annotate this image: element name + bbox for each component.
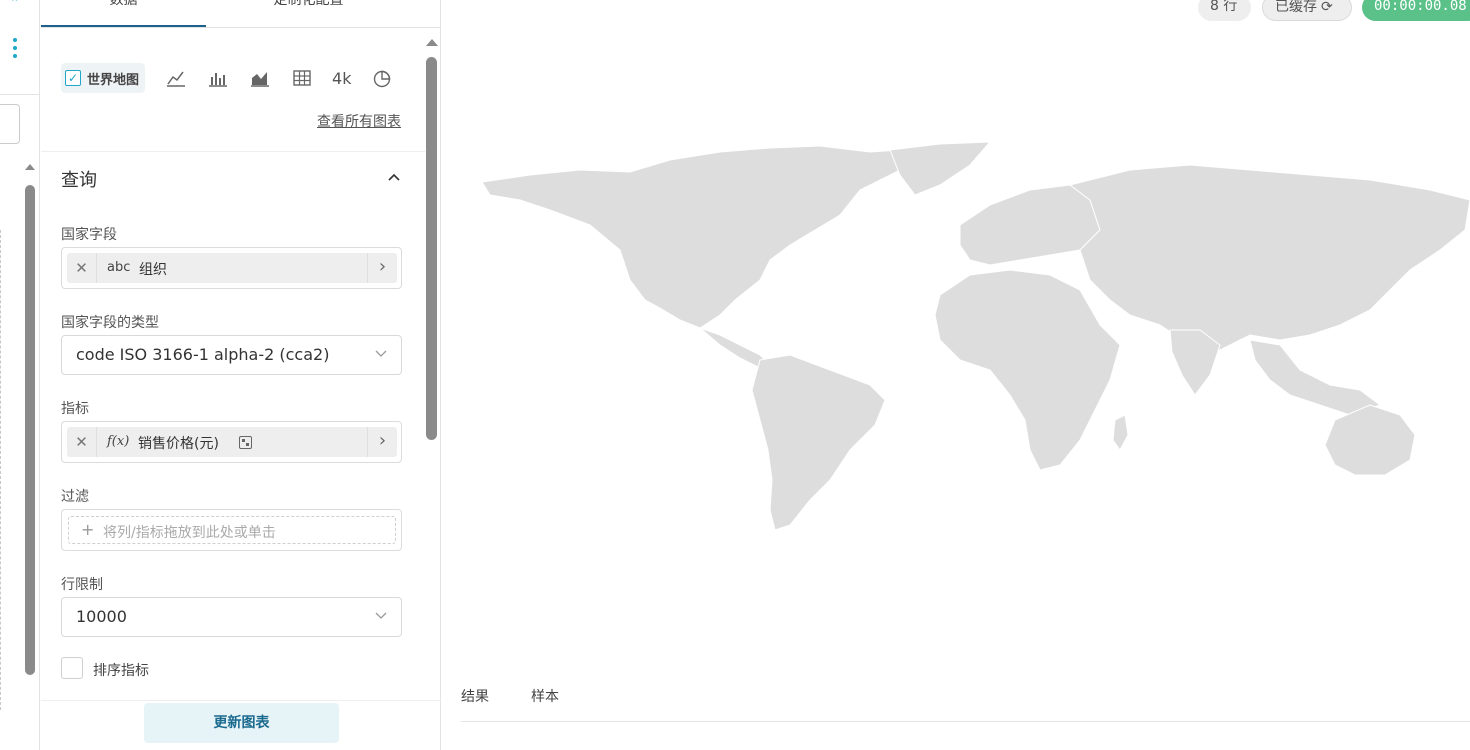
divider: [0, 94, 40, 95]
check-icon: ✓: [65, 70, 81, 86]
tab-data[interactable]: 数据: [41, 0, 206, 27]
country-field-chip[interactable]: ✕ abc 组织 ›: [67, 253, 397, 283]
list-guide: [0, 230, 3, 710]
scrollbar[interactable]: [25, 185, 35, 675]
viz-type-picker: ✓ 世界地图 4k: [61, 62, 393, 94]
chevron-up-icon[interactable]: ⌃: [10, 0, 19, 9]
map-region-australia: [1324, 404, 1416, 476]
cached-badge[interactable]: 已缓存 ⟳: [1262, 0, 1352, 21]
update-chart-button[interactable]: 更新图表: [144, 703, 339, 743]
view-all-charts-link[interactable]: 查看所有图表: [317, 111, 401, 131]
map-region-madagascar: [1112, 414, 1129, 451]
map-region-south-america: [751, 354, 886, 531]
country-type-value: code ISO 3166-1 alpha-2 (cca2): [76, 345, 330, 364]
map-region-greenland: [889, 141, 992, 196]
datasource-search-box[interactable]: [0, 104, 20, 144]
scroll-up-arrow[interactable]: [426, 39, 438, 46]
world-map: [470, 130, 1470, 550]
map-region-africa: [934, 269, 1121, 471]
more-vertical-icon[interactable]: [12, 38, 18, 64]
map-region-north-america: [481, 145, 947, 329]
chart-config-panel: 数据 定制化配置 ✓ 世界地图 4k 查看所有图表 查询 国家字段 ✕ abc …: [41, 0, 441, 750]
refresh-icon[interactable]: ⟳: [1321, 0, 1333, 20]
query-timer: 00:00:00.08: [1362, 0, 1470, 21]
map-region-asia: [1068, 164, 1470, 351]
scrollbar-thumb[interactable]: [426, 57, 437, 440]
row-limit-label: 行限制: [61, 577, 103, 593]
row-count-badge: 8 行: [1198, 0, 1251, 21]
chevron-down-icon: [375, 350, 387, 357]
tab-customize[interactable]: 定制化配置: [206, 0, 411, 27]
metric-chip[interactable]: ✕ f(x) 销售价格(元) ›: [67, 427, 397, 457]
close-icon[interactable]: ✕: [67, 253, 97, 283]
plus-icon: +: [81, 520, 95, 539]
bar-chart-icon[interactable]: [207, 67, 229, 89]
left-mini-sidebar: ⌃: [0, 0, 40, 750]
map-region-southeast-asia: [1249, 339, 1382, 416]
chevron-down-icon: [375, 612, 387, 619]
chevron-up-icon[interactable]: [387, 172, 401, 182]
sort-metric-checkbox[interactable]: [61, 657, 83, 679]
sort-metric-label: 排序指标: [93, 663, 149, 679]
country-type-label: 国家字段的类型: [61, 315, 159, 331]
country-field-value: 组织: [139, 262, 167, 278]
calculator-icon: [239, 436, 252, 449]
cached-label: 已缓存: [1275, 0, 1317, 15]
metric-label: 指标: [61, 401, 89, 417]
filter-add-area[interactable]: + 将列/指标拖放到此处或单击: [68, 516, 396, 544]
viz-type-world-map[interactable]: ✓ 世界地图: [61, 63, 146, 93]
tab-results[interactable]: 结果: [461, 686, 489, 706]
row-limit-value: 10000: [76, 607, 127, 626]
chevron-right-icon[interactable]: ›: [367, 253, 397, 283]
country-field-dropzone[interactable]: ✕ abc 组织 ›: [61, 247, 402, 289]
country-field-label: 国家字段: [61, 227, 117, 243]
map-region-europe: [959, 184, 1101, 266]
pie-chart-icon[interactable]: [371, 67, 393, 89]
panel-tabs: 数据 定制化配置: [41, 0, 441, 28]
filter-label: 过滤: [61, 489, 89, 505]
filter-dropzone[interactable]: + 将列/指标拖放到此处或单击: [61, 509, 402, 551]
divider: [41, 151, 425, 152]
filter-placeholder: 将列/指标拖放到此处或单击: [103, 525, 276, 541]
column-type-badge: abc: [107, 260, 131, 275]
row-limit-select[interactable]: 10000: [61, 597, 402, 637]
close-icon[interactable]: ✕: [67, 427, 97, 457]
world-map-svg: [481, 141, 1470, 531]
line-chart-icon[interactable]: [165, 67, 187, 89]
table-icon[interactable]: [291, 67, 313, 89]
metric-dropzone[interactable]: ✕ f(x) 销售价格(元) ›: [61, 421, 402, 463]
function-type-badge: f(x): [107, 434, 130, 449]
scroll-up-arrow[interactable]: [25, 164, 35, 170]
divider: [41, 700, 441, 701]
big-number-icon[interactable]: 4k: [332, 69, 351, 88]
query-section-title: 查询: [61, 170, 97, 191]
country-type-select[interactable]: code ISO 3166-1 alpha-2 (cca2): [61, 335, 402, 375]
map-region-india: [1169, 329, 1221, 396]
tab-samples[interactable]: 样本: [531, 686, 559, 706]
viz-type-label: 世界地图: [87, 72, 140, 88]
area-chart-icon[interactable]: [249, 67, 271, 89]
chevron-right-icon[interactable]: ›: [367, 427, 397, 457]
metric-value: 销售价格(元): [138, 436, 219, 452]
divider: [461, 721, 1470, 722]
